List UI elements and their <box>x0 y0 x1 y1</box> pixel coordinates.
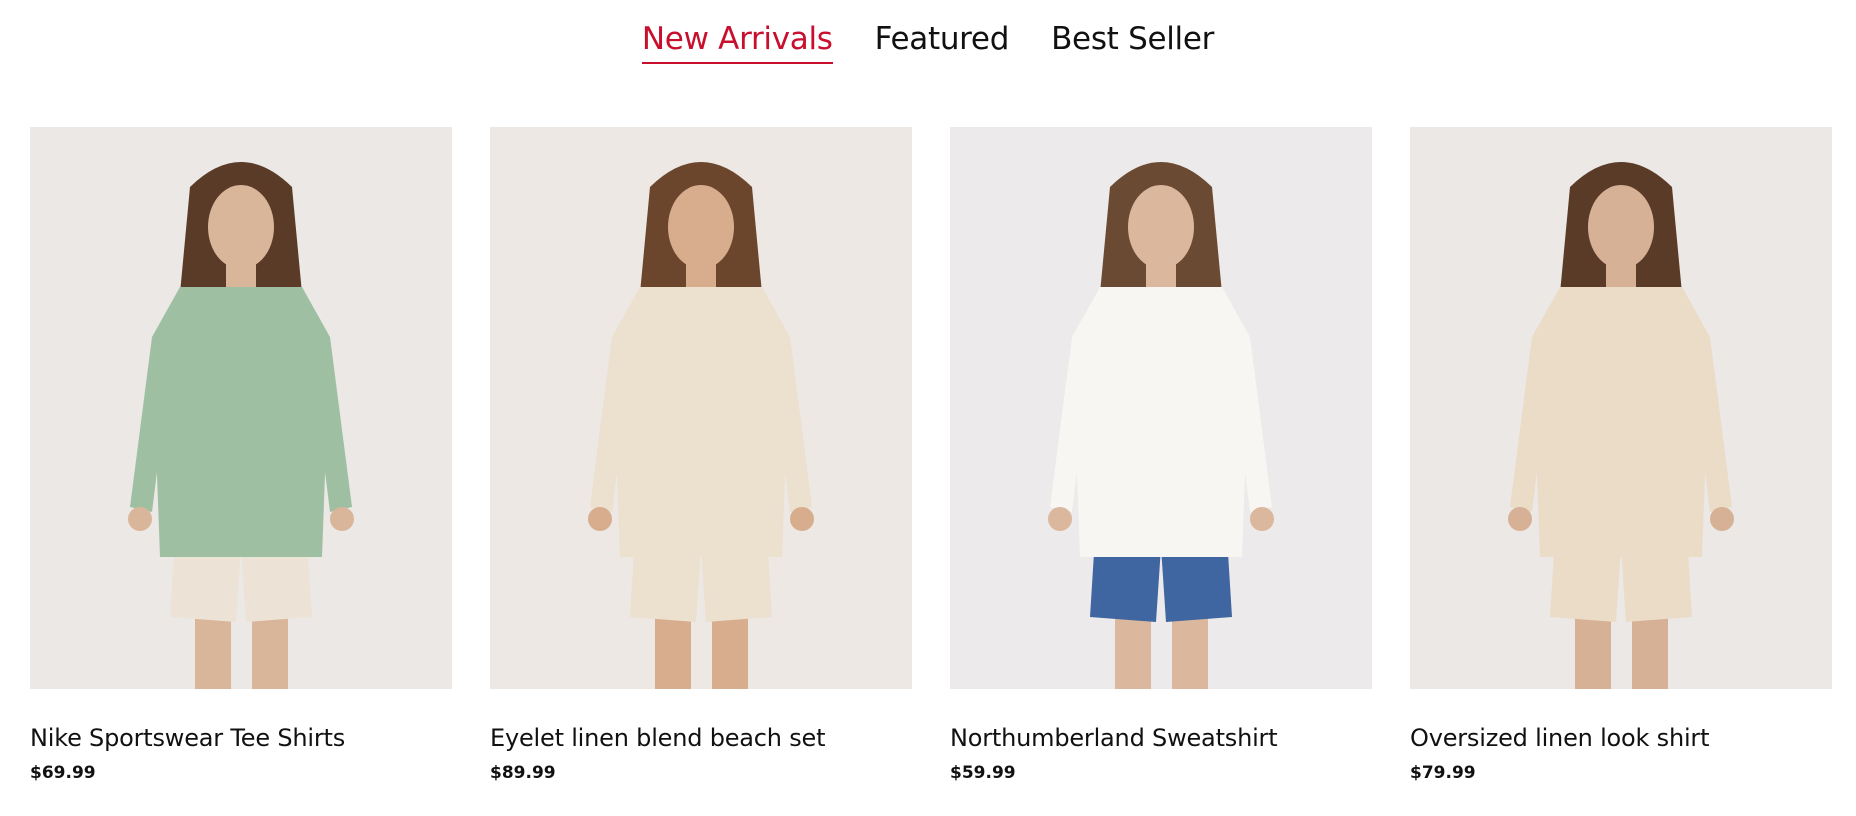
product-name[interactable]: Nike Sportswear Tee Shirts <box>30 723 452 753</box>
product-grid: Nike Sportswear Tee Shirts $69.99 Eyelet… <box>30 127 1832 784</box>
product-card[interactable]: Eyelet linen blend beach set $89.99 <box>490 127 912 784</box>
tab-new-arrivals[interactable]: New Arrivals <box>641 18 833 64</box>
product-name[interactable]: Oversized linen look shirt <box>1410 723 1832 753</box>
product-image[interactable] <box>30 127 452 689</box>
model-photo-illustration <box>1048 162 1274 689</box>
product-price: $89.99 <box>490 763 556 783</box>
product-price: $69.99 <box>30 763 96 783</box>
product-name[interactable]: Northumberland Sweatshirt <box>950 723 1372 753</box>
product-image[interactable] <box>1410 127 1832 689</box>
product-card[interactable]: Northumberland Sweatshirt $59.99 <box>950 127 1372 784</box>
product-card[interactable]: Oversized linen look shirt $79.99 <box>1410 127 1832 784</box>
product-card[interactable]: Nike Sportswear Tee Shirts $69.99 <box>30 127 452 784</box>
model-photo-illustration <box>128 162 354 689</box>
product-name[interactable]: Eyelet linen blend beach set <box>490 723 912 753</box>
product-price: $59.99 <box>950 763 1016 783</box>
product-price: $79.99 <box>1410 763 1476 783</box>
model-photo-illustration <box>1508 162 1734 689</box>
model-photo-illustration <box>588 162 814 689</box>
product-image[interactable] <box>950 127 1372 689</box>
tab-best-seller[interactable]: Best Seller <box>1051 18 1214 64</box>
tab-featured[interactable]: Featured <box>875 18 1010 64</box>
collection-tabs: New Arrivals Featured Best Seller <box>0 18 1856 64</box>
product-section: New Arrivals Featured Best Seller Nike S… <box>0 0 1856 816</box>
product-image[interactable] <box>490 127 912 689</box>
